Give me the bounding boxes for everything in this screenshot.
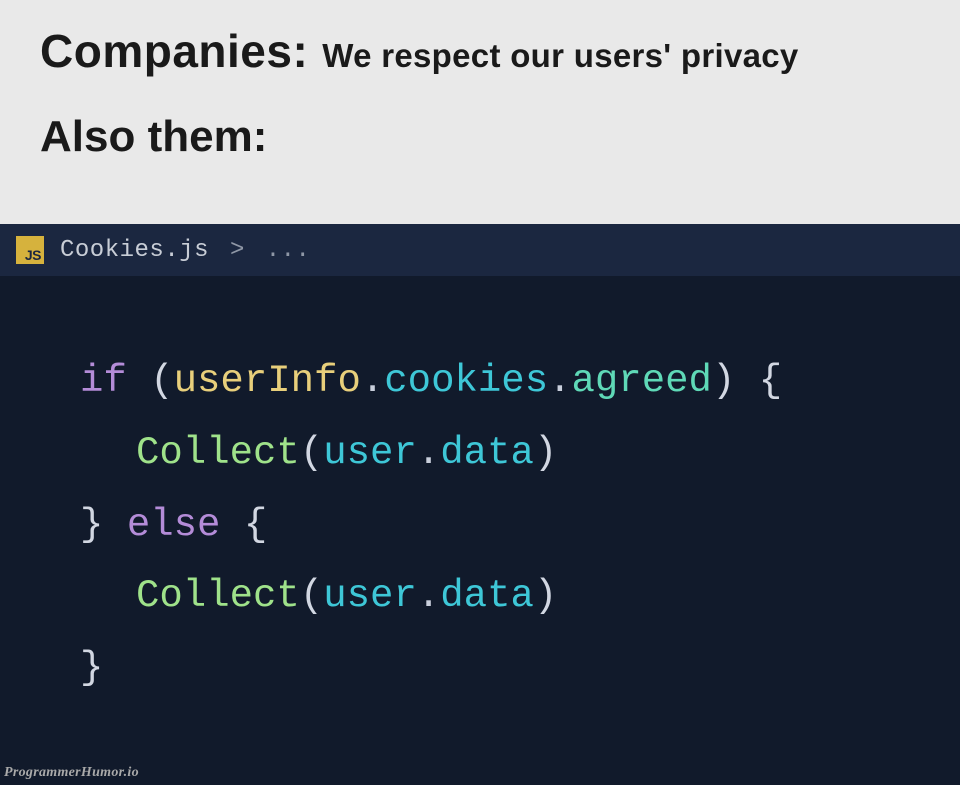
property: cookies (384, 359, 548, 403)
paren-close: ) (712, 359, 735, 403)
caption-line-2: Also them: (40, 112, 920, 162)
chevron-right-icon: > (224, 237, 251, 264)
function-call: Collect (136, 431, 300, 475)
dot: . (548, 359, 571, 403)
identifier: user (323, 574, 417, 618)
function-call: Collect (136, 574, 300, 618)
property: agreed (572, 359, 712, 403)
identifier: userInfo (174, 359, 361, 403)
brace-close: } (80, 503, 103, 547)
paren-open: ( (150, 359, 173, 403)
breadcrumb: Cookies.js > ... (60, 237, 310, 264)
code-line: Collect(user.data) (80, 431, 557, 475)
editor-tabbar: JS Cookies.js > ... (0, 224, 960, 276)
code-line: } (80, 646, 103, 690)
paren-close: ) (534, 574, 557, 618)
dot: . (417, 574, 440, 618)
paren-close: ) (534, 431, 557, 475)
brace-open: { (759, 359, 782, 403)
paren-open: ( (300, 574, 323, 618)
code-line: } else { (80, 503, 267, 547)
code-line: if (userInfo.cookies.agreed) { (80, 359, 782, 403)
breadcrumb-file: Cookies.js (60, 237, 209, 264)
code-block: if (userInfo.cookies.agreed) { Collect(u… (0, 276, 960, 745)
breadcrumb-ellipsis: ... (266, 237, 311, 264)
caption-lead: Companies: (40, 24, 308, 78)
brace-close: } (80, 646, 103, 690)
paren-open: ( (300, 431, 323, 475)
brace-open: { (244, 503, 267, 547)
keyword-if: if (80, 359, 127, 403)
caption-line-1: Companies: We respect our users' privacy (40, 24, 920, 78)
keyword-else: else (127, 503, 221, 547)
caption-rest: We respect our users' privacy (322, 37, 798, 75)
property: data (440, 574, 534, 618)
watermark: ProgrammerHumor.io (4, 765, 139, 781)
caption-panel: Companies: We respect our users' privacy… (0, 0, 960, 202)
javascript-icon: JS (16, 236, 44, 264)
identifier: user (323, 431, 417, 475)
code-line: Collect(user.data) (80, 574, 557, 618)
dot: . (417, 431, 440, 475)
dot: . (361, 359, 384, 403)
property: data (440, 431, 534, 475)
code-editor: JS Cookies.js > ... if (userInfo.cookies… (0, 224, 960, 785)
